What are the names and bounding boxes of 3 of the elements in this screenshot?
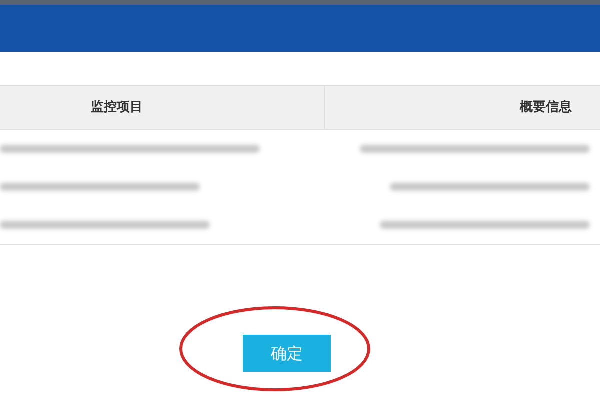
confirm-button[interactable]: 确定 xyxy=(243,335,331,372)
column-header: 概要信息 xyxy=(520,98,572,117)
column-header: 监控项目 xyxy=(91,98,143,117)
